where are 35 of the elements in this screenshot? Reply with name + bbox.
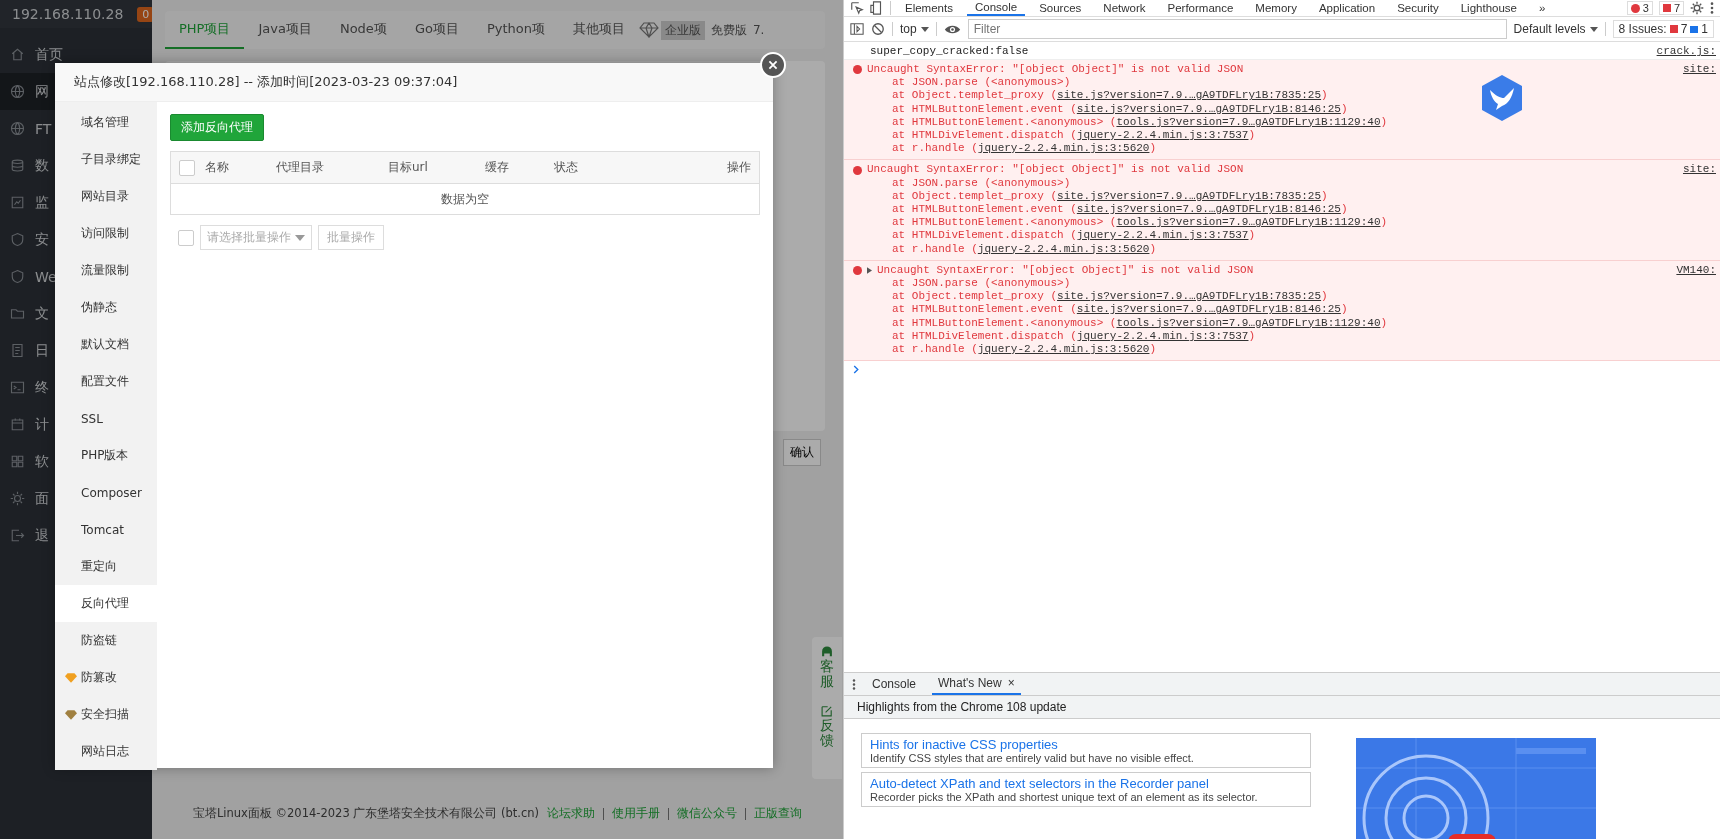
stack-line: at JSON.parse (<anonymous>)	[891, 76, 1072, 90]
dialog-title: 站点修改[192.168.110.28] -- 添加时间[2023-03-23 09:37:04]	[55, 63, 773, 102]
highlights-heading: Highlights from the Chrome 108 update	[844, 696, 1720, 719]
column-header: 代理目录	[276, 159, 325, 176]
stack-line: at r.handle (jquery-2.2.4.min.js:3:5620)	[891, 142, 1158, 156]
empty-message: 数据为空	[441, 190, 489, 208]
stack-line: at HTMLButtonElement.event (site.js?version=7.9.…gA9TDFLry1B:8146:25)	[891, 303, 1349, 317]
column-header: 名称	[205, 159, 230, 176]
server-address: 192.168.110.28	[12, 6, 124, 22]
error-text: Uncaught SyntaxError: "[object Object]" is not valid JSON	[877, 263, 1255, 278]
stack-line: at JSON.parse (<anonymous>)	[891, 176, 1072, 190]
log-message: super_copy_cracked:false	[870, 45, 1030, 57]
stack-line: at Object.templet_proxy (site.js?version=7.9.…gA9TDFLry1B:7835:25)	[891, 290, 1329, 304]
stack-line: at HTMLButtonElement.<anonymous> (tools.js?version=7.9…gA9TDFLry1B:1129:40)	[891, 316, 1389, 330]
error-text: Uncaught SyntaxError: "[object Object]" is not valid JSON	[867, 63, 1245, 77]
version-label: 7.	[752, 23, 765, 37]
stack-line: at r.handle (jquery-2.2.4.min.js:3:5620)	[891, 242, 1158, 256]
stack-line: at HTMLButtonElement.event (site.js?version=7.9.…gA9TDFLry1B:8146:25)	[891, 102, 1349, 116]
stack-line: at HTMLButtonElement.<anonymous> (tools.js?version=7.9…gA9TDFLry1B:1129:40)	[891, 115, 1389, 129]
stack-line: at HTMLButtonElement.<anonymous> (tools.js?version=7.9…gA9TDFLry1B:1129:40)	[891, 216, 1389, 230]
column-header: 状态	[554, 159, 579, 176]
stack-line: at HTMLDivElement.dispatch (jquery-2.2.4.min.js:3:7537)	[891, 129, 1257, 143]
edition-label: 免费版	[710, 21, 747, 39]
column-header: 缓存	[485, 159, 510, 176]
stack-line: at Object.templet_proxy (site.js?version=7.9.…gA9TDFLry1B:7835:25)	[891, 89, 1329, 103]
stack-line: at JSON.parse (<anonymous>)	[891, 277, 1072, 291]
error-text: Uncaught SyntaxError: "[object Object]" is not valid JSON	[867, 163, 1245, 177]
stack-line: at r.handle (jquery-2.2.4.min.js:3:5620)	[891, 343, 1158, 357]
stack-line: at HTMLButtonElement.event (site.js?version=7.9.…gA9TDFLry1B:8146:25)	[891, 203, 1349, 217]
stack-line: at HTMLDivElement.dispatch (jquery-2.2.4.min.js:3:7537)	[891, 329, 1257, 344]
stack-line: at Object.templet_proxy (site.js?version=7.9.…gA9TDFLry1B:7835:25)	[891, 189, 1329, 204]
column-header: 目标url	[388, 159, 429, 176]
column-header: 操作	[726, 159, 752, 176]
copyright-text: 宝塔Linux面板 ©2014-2023 广东堡塔安全技术有限公司 (bt.cn)	[192, 806, 540, 821]
stack-line: at HTMLDivElement.dispatch (jquery-2.2.4.min.js:3:7537)	[891, 229, 1257, 243]
